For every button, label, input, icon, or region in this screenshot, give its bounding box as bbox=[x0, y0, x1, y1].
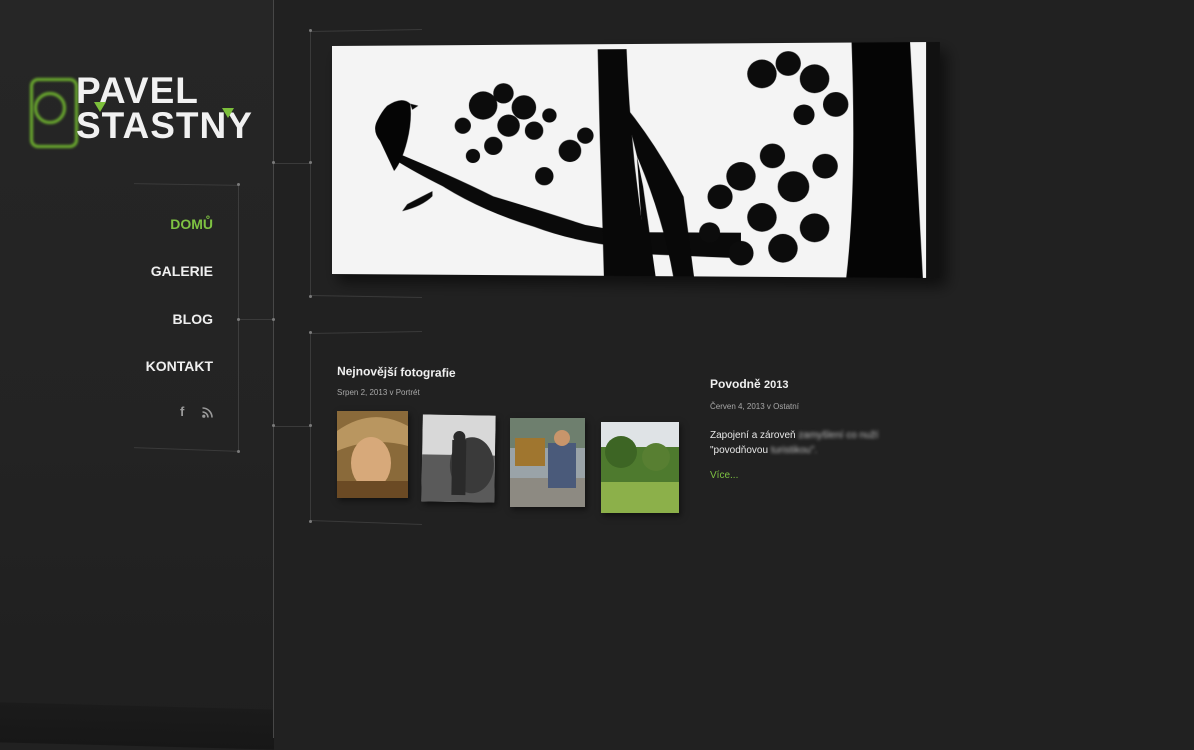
accent-mark bbox=[94, 102, 106, 112]
photo-thumbnail[interactable] bbox=[337, 411, 408, 498]
node-dot bbox=[309, 331, 312, 334]
connector bbox=[274, 426, 311, 427]
hero-bracket-bottom bbox=[309, 295, 423, 298]
excerpt-text: Zapojení a zároveň bbox=[710, 430, 796, 441]
excerpt-text-blurred: zamyšlení co nuží bbox=[798, 430, 879, 441]
accent-mark bbox=[222, 108, 234, 118]
node-dot bbox=[309, 520, 312, 523]
blog-post-title-year: 2013 bbox=[764, 379, 789, 391]
latest-photos-meta: Srpen 2, 2013 v Portrét bbox=[337, 388, 420, 397]
blog-post-excerpt: Zapojení a zároveň zamyšlení co nuží "po… bbox=[710, 428, 890, 458]
photo-thumbnail[interactable] bbox=[601, 422, 679, 513]
floor-shadow bbox=[0, 702, 274, 750]
site-logo[interactable]: PAVEL STASTNY bbox=[28, 70, 252, 150]
node-dot bbox=[309, 161, 312, 164]
rss-icon[interactable] bbox=[202, 406, 213, 421]
content-bracket-bottom bbox=[310, 520, 422, 525]
node-dot bbox=[272, 318, 275, 321]
node-dot bbox=[237, 183, 240, 186]
nav-item-blog[interactable]: BLOG bbox=[173, 311, 213, 327]
nav-item-home[interactable]: DOMŮ bbox=[170, 216, 213, 232]
content-bracket-top bbox=[309, 331, 423, 334]
sidebar-divider bbox=[273, 0, 274, 738]
node-dot bbox=[309, 29, 312, 32]
node-dot bbox=[237, 318, 240, 321]
camera-lens-icon bbox=[34, 92, 66, 124]
excerpt-text-blurred: turistikou". bbox=[770, 445, 818, 456]
hero-bracket-top bbox=[309, 29, 423, 32]
node-dot bbox=[309, 424, 312, 427]
read-more-link[interactable]: Více... bbox=[710, 470, 738, 481]
facebook-icon[interactable]: f bbox=[180, 404, 184, 419]
excerpt-text: "povodňovou bbox=[710, 445, 769, 456]
connector bbox=[274, 163, 311, 164]
content-bracket bbox=[310, 332, 311, 522]
latest-photos-title[interactable]: Nejnovější fotografie bbox=[337, 364, 456, 380]
hero-image[interactable] bbox=[332, 41, 940, 279]
node-dot bbox=[309, 295, 312, 298]
photo-thumbnail[interactable] bbox=[421, 414, 496, 503]
nav-item-contact[interactable]: KONTAKT bbox=[146, 358, 213, 374]
nav-item-gallery[interactable]: GALERIE bbox=[151, 263, 213, 279]
node-dot bbox=[272, 424, 275, 427]
blog-post-meta: Červen 4, 2013 v Ostatní bbox=[710, 402, 799, 411]
blog-post-title-word: Povodně bbox=[710, 377, 761, 391]
blog-post-title[interactable]: Povodně 2013 bbox=[710, 377, 789, 391]
connector bbox=[239, 319, 275, 320]
node-dot bbox=[237, 450, 240, 453]
photo-thumbnail[interactable] bbox=[510, 418, 585, 507]
node-dot bbox=[272, 161, 275, 164]
